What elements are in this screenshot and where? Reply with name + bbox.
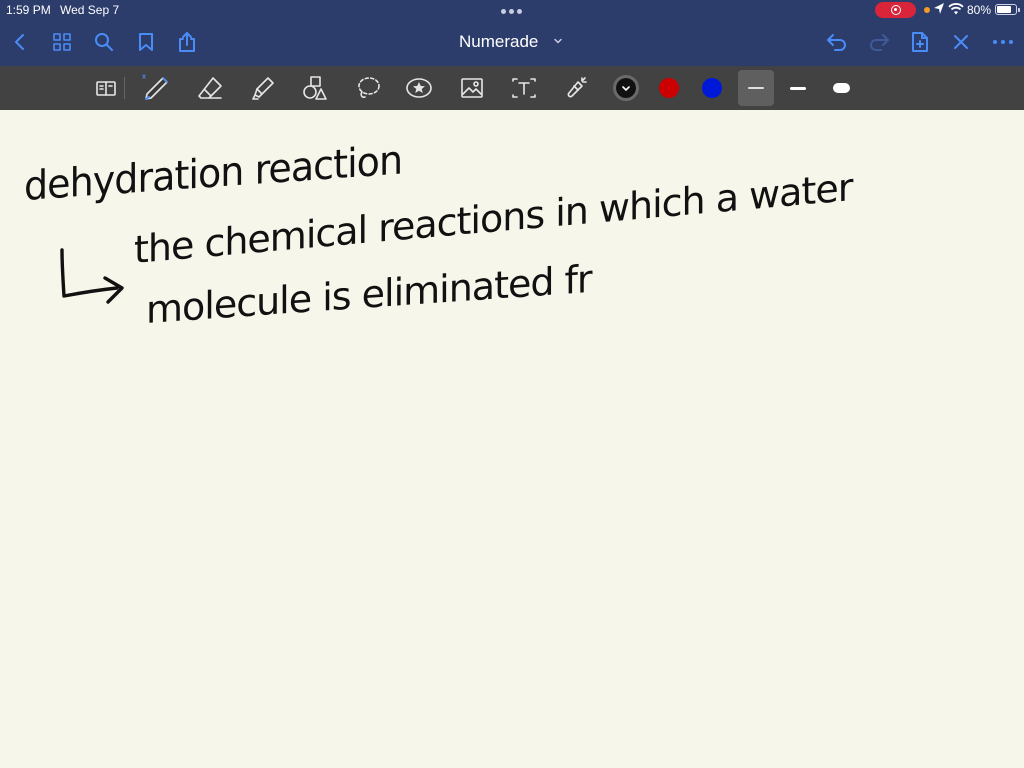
lasso-icon[interactable] [353,73,383,103]
stroke-thin-button[interactable] [738,70,774,106]
color-red-swatch[interactable] [659,78,679,98]
share-icon[interactable] [176,31,198,53]
redo-icon[interactable] [868,31,890,53]
location-icon [934,3,944,14]
pen-icon[interactable] [141,73,171,103]
search-icon[interactable] [93,31,115,53]
laser-pointer-icon[interactable] [561,73,591,103]
more-icon[interactable] [992,31,1014,53]
mic-indicator-icon [924,7,930,13]
close-icon[interactable] [950,31,972,53]
highlighter-icon[interactable] [248,73,278,103]
toolbar-divider [124,77,125,99]
screen-recording-icon[interactable] [875,2,916,18]
bookmark-icon[interactable] [135,31,157,53]
battery-fill [997,6,1011,13]
chevron-down-icon[interactable] [553,36,563,46]
stroke-thick-button[interactable] [823,70,859,106]
text-icon[interactable] [509,73,539,103]
battery-icon [995,4,1020,15]
arrow-icon [60,248,119,298]
undo-icon[interactable] [826,31,848,53]
sticker-icon[interactable] [404,73,434,103]
status-bar: 1:59 PM Wed Sep 7 80% [0,0,1024,20]
top-bar: 1:59 PM Wed Sep 7 80% Numerade [0,0,1024,66]
back-icon[interactable] [9,31,31,53]
status-time: 1:59 PM [6,3,51,17]
battery-percentage: 80% [967,3,992,17]
add-page-icon[interactable] [909,31,931,53]
chevron-down-icon [622,86,630,92]
status-date: Wed Sep 7 [60,3,120,17]
multitasking-dots-icon[interactable] [501,9,522,14]
color-blue-swatch[interactable] [702,78,722,98]
shapes-icon[interactable] [300,73,330,103]
navigation-bar: Numerade [0,22,1024,62]
grid-icon[interactable] [51,31,73,53]
wifi-icon [948,3,964,15]
document-title[interactable]: Numerade [459,32,538,52]
eraser-icon[interactable] [195,73,225,103]
note-canvas[interactable]: dehydration reaction the chemical reacti… [0,110,1024,768]
stroke-medium-button[interactable] [780,70,816,106]
image-icon[interactable] [457,73,487,103]
tool-bar [0,66,1024,110]
color-black-swatch[interactable] [613,75,639,101]
read-only-icon[interactable] [91,73,121,103]
